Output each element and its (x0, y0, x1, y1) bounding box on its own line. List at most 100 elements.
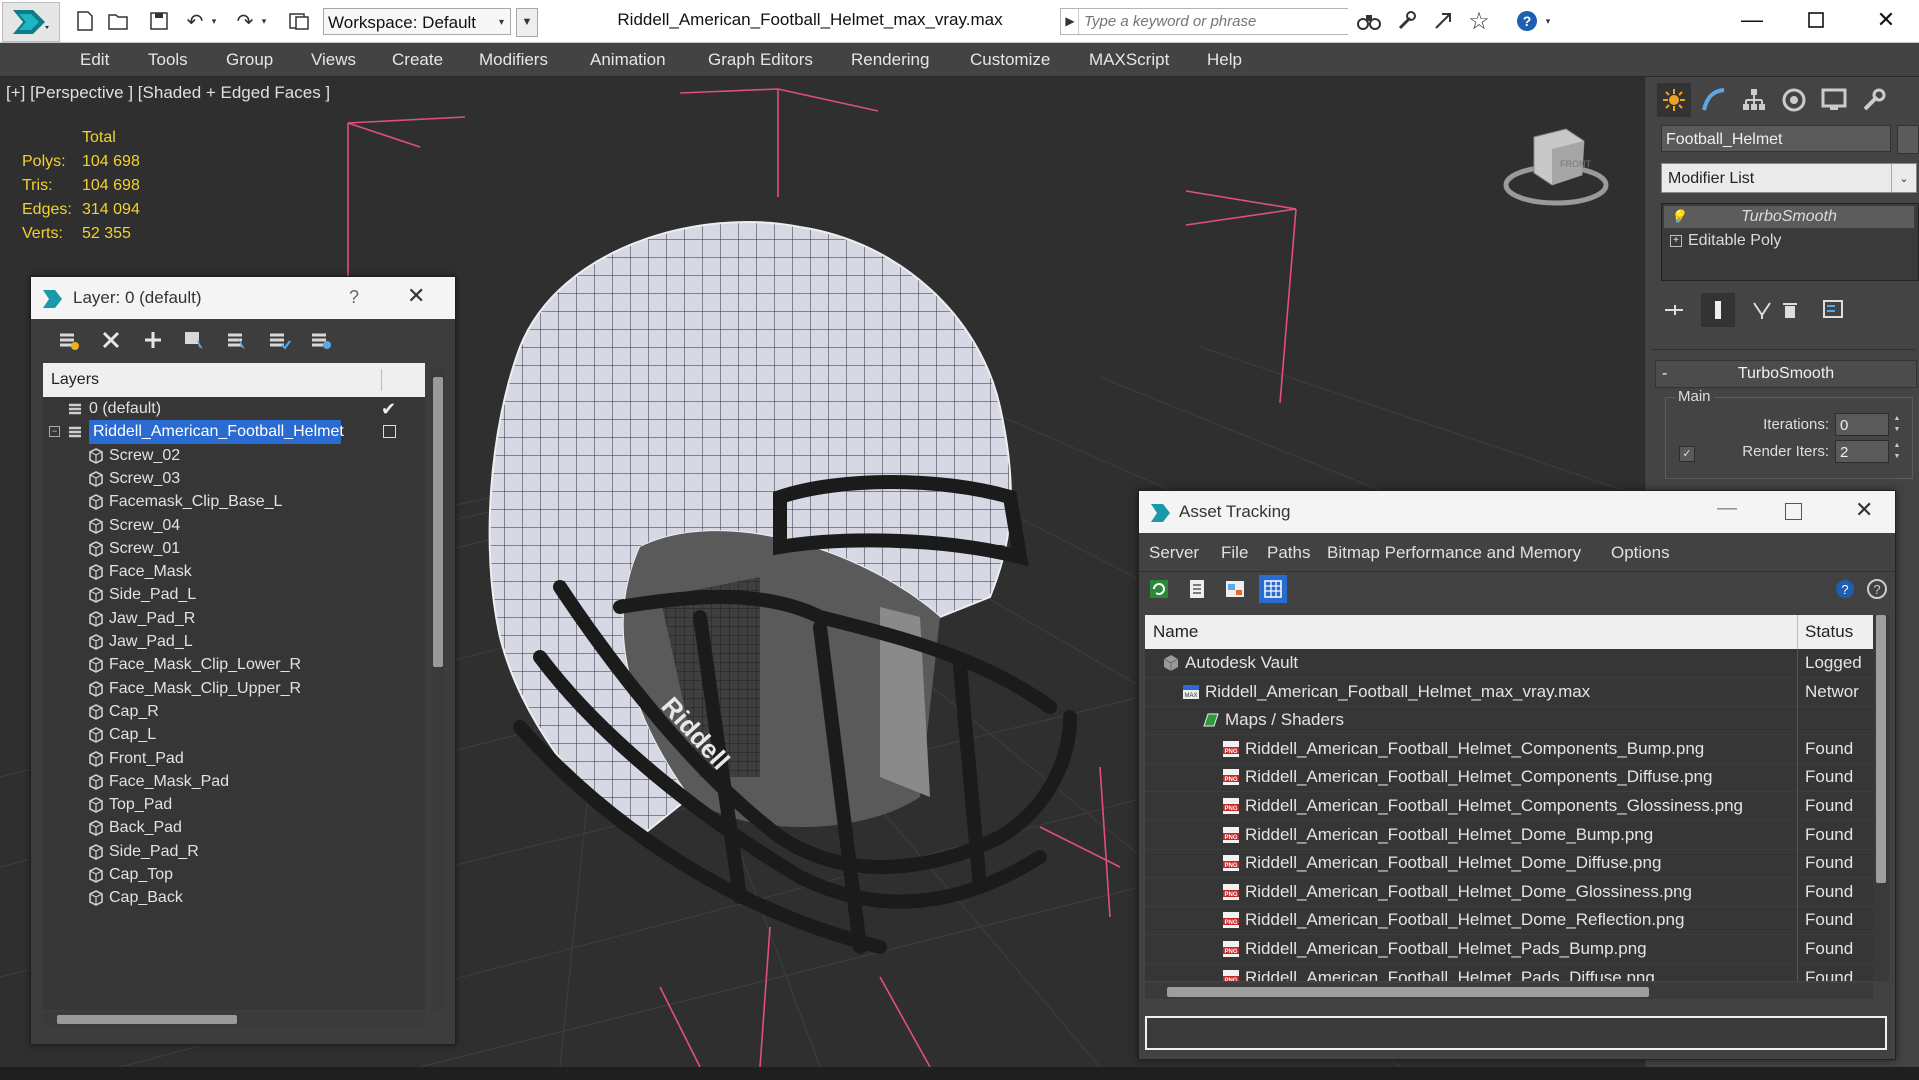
binoculars-icon[interactable] (1354, 6, 1384, 36)
expand-plus-icon[interactable]: + (1670, 235, 1682, 247)
scrollbar-thumb[interactable] (1876, 615, 1886, 883)
collapse-icon[interactable]: − (49, 426, 60, 438)
menu-animation[interactable]: Animation (590, 43, 666, 76)
close-button[interactable]: ✕ (1856, 0, 1916, 40)
object-row[interactable]: Cap_L (43, 723, 425, 747)
asset-window-titlebar[interactable]: Asset Tracking — ✕ (1139, 491, 1895, 533)
menu-create[interactable]: Create (392, 43, 443, 76)
workspace-selector[interactable]: Workspace: Default ▾ (323, 8, 511, 35)
object-row[interactable]: Face_Mask_Pad (43, 770, 425, 794)
asset-menu-server[interactable]: Server (1149, 539, 1199, 567)
search-expand-icon[interactable]: ▶ (1062, 9, 1079, 34)
show-end-result-icon[interactable] (1701, 293, 1735, 327)
asset-row[interactable]: PNG Riddell_American_Football_Helmet_Comp… (1145, 792, 1873, 821)
search-input[interactable] (1082, 9, 1350, 34)
asset-menu-bitmap-performance[interactable]: Bitmap Performance and Memory (1327, 539, 1581, 567)
app-logo-button[interactable] (2, 2, 60, 42)
layer-row-default[interactable]: 0 (default) ✔ (43, 397, 425, 421)
render-iters-spinner-arrows[interactable]: ▲ ▼ (1891, 440, 1903, 463)
asset-path-field[interactable] (1145, 1016, 1887, 1050)
help-dropdown-icon[interactable]: ▾ (1540, 6, 1556, 36)
maximize-button[interactable] (1786, 0, 1846, 40)
utilities-tab-icon[interactable] (1857, 83, 1891, 117)
layer-row-helmet[interactable]: − Riddell_American_Football_Helmet (43, 420, 425, 445)
display-tab-icon[interactable] (1817, 83, 1851, 117)
object-row[interactable]: Face_Mask_Clip_Upper_R (43, 677, 425, 701)
remove-modifier-icon[interactable] (1773, 293, 1807, 327)
asset-table-header[interactable]: Name Status (1145, 615, 1873, 649)
object-row[interactable]: Screw_01 (43, 537, 425, 561)
menu-customize[interactable]: Customize (970, 43, 1050, 76)
tools-icon[interactable] (1392, 6, 1422, 36)
layer-vertical-scrollbar[interactable] (431, 367, 445, 1010)
asset-row[interactable]: PNG Riddell_American_Football_Helmet_Dome… (1145, 820, 1873, 850)
object-row[interactable]: Top_Pad (43, 793, 425, 817)
scrollbar-thumb[interactable] (1167, 987, 1649, 997)
redo-dropdown-icon[interactable]: ▾ (256, 6, 272, 36)
help-icon[interactable]: ? (1512, 6, 1542, 36)
minimize-button[interactable]: — (1722, 0, 1782, 40)
menu-graph-editors[interactable]: Graph Editors (708, 43, 813, 76)
save-icon[interactable] (144, 6, 174, 36)
asset-window-close-button[interactable]: ✕ (1855, 497, 1873, 523)
menu-maxscript[interactable]: MAXScript (1089, 43, 1169, 76)
help-button[interactable]: ? (349, 287, 359, 308)
object-name-field[interactable]: Football_Helmet (1661, 125, 1891, 152)
asset-menu-paths[interactable]: Paths (1267, 539, 1310, 567)
configure-sets-icon[interactable] (1817, 293, 1851, 327)
object-row[interactable]: Cap_Back (43, 886, 425, 910)
object-color-swatch[interactable] (1897, 125, 1919, 154)
asset-row[interactable]: PNG Riddell_American_Football_Helmet_Pads… (1145, 963, 1873, 981)
menu-edit[interactable]: Edit (80, 43, 109, 76)
list-view-icon[interactable] (1183, 575, 1211, 603)
asset-horizontal-scrollbar[interactable] (1145, 983, 1873, 999)
asset-window-maximize-button[interactable] (1785, 503, 1802, 520)
add-to-layer-icon[interactable] (137, 325, 169, 355)
scrollbar-thumb[interactable] (433, 377, 443, 667)
object-row[interactable]: Screw_03 (43, 467, 425, 491)
layer-window-titlebar[interactable]: Layer: 0 (default) ? ✕ (31, 277, 455, 319)
asset-vertical-scrollbar[interactable] (1873, 615, 1889, 981)
object-row[interactable]: Face_Mask (43, 560, 425, 584)
undo-dropdown-icon[interactable]: ▾ (206, 6, 222, 36)
object-row[interactable]: Cap_R (43, 700, 425, 724)
hierarchy-tab-icon[interactable] (1737, 83, 1771, 117)
object-row[interactable]: Face_Mask_Clip_Lower_R (43, 653, 425, 677)
object-row[interactable]: Jaw_Pad_L (43, 630, 425, 654)
refresh-icon[interactable] (1145, 575, 1173, 603)
asset-row[interactable]: PNG Riddell_American_Football_Helmet_Dome… (1145, 906, 1873, 936)
layers-column-header[interactable]: Layers (43, 363, 425, 397)
asset-row[interactable]: PNG Riddell_American_Football_Helmet_Comp… (1145, 734, 1873, 764)
open-file-icon[interactable] (104, 6, 134, 36)
motion-tab-icon[interactable] (1777, 83, 1811, 117)
menu-views[interactable]: Views (311, 43, 356, 76)
asset-menu-options[interactable]: Options (1611, 539, 1670, 567)
select-objects-in-layer-icon[interactable] (179, 325, 211, 355)
object-row[interactable]: Back_Pad (43, 816, 425, 840)
new-file-icon[interactable] (70, 6, 100, 36)
render-iters-spinner[interactable]: 2 (1835, 440, 1889, 463)
pin-stack-icon[interactable] (1657, 293, 1691, 327)
menu-group[interactable]: Group (226, 43, 273, 76)
asset-row[interactable]: PNG Riddell_American_Football_Helmet_Comp… (1145, 763, 1873, 793)
modify-tab-icon[interactable] (1697, 83, 1731, 117)
stack-item-turbosmooth[interactable]: 💡 TurboSmooth (1664, 206, 1914, 228)
stack-item-editable-poly[interactable]: + Editable Poly (1664, 230, 1914, 252)
asset-row[interactable]: PNG Riddell_American_Football_Helmet_Pads… (1145, 935, 1873, 964)
asset-row[interactable]: PNG Riddell_American_Football_Helmet_Dome… (1145, 849, 1873, 879)
set-current-layer-icon[interactable] (263, 325, 295, 355)
create-layer-icon[interactable] (53, 325, 85, 355)
scrollbar-thumb[interactable] (57, 1015, 237, 1024)
select-layer-icon[interactable] (221, 325, 253, 355)
turbosmooth-rollout-header[interactable]: - TurboSmooth (1655, 360, 1917, 388)
workspace-menu-button[interactable]: ▼ (516, 8, 538, 37)
object-row[interactable]: Facemask_Clip_Base_L (43, 490, 425, 514)
object-row[interactable]: Screw_02 (43, 444, 425, 468)
current-layer-check-icon[interactable]: ✔ (381, 397, 396, 421)
thumbnail-view-icon[interactable] (1221, 575, 1249, 603)
connect-icon[interactable] (1428, 6, 1458, 36)
asset-window-minimize-button[interactable]: — (1717, 497, 1737, 520)
iterations-spinner-arrows[interactable]: ▲ ▼ (1891, 413, 1903, 436)
layer-horizontal-scrollbar[interactable] (43, 1012, 425, 1026)
asset-row[interactable]: MAX Riddell_American_Football_Helmet_max_… (1145, 677, 1873, 707)
